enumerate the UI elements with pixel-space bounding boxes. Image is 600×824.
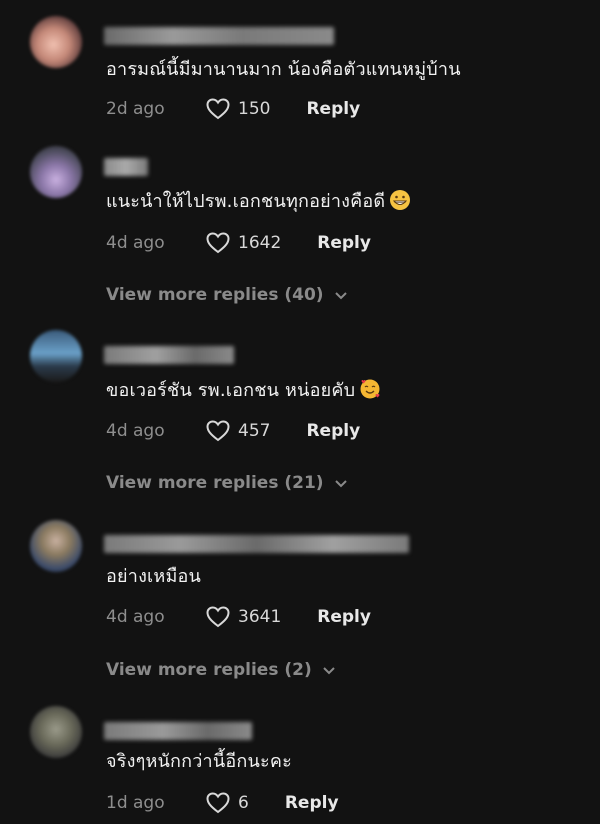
like-count: 6 <box>238 793 249 813</box>
like-button[interactable]: 457 <box>206 420 270 442</box>
comment-meta: 4d ago 457 Reply <box>106 418 360 444</box>
comment-text-body: ขอเวอร์ชัน รพ.เอกชน หน่อยคับ <box>106 380 356 401</box>
comment-meta: 1d ago 6 Reply <box>106 790 339 816</box>
comment-time: 4d ago <box>106 607 165 627</box>
avatar[interactable] <box>30 706 82 758</box>
heart-icon <box>206 606 230 628</box>
comment-text: ขอเวอร์ชัน รพ.เอกชน หน่อยคับ <box>106 378 381 403</box>
comment-text: อารมณ์นี้มีมานานมาก น้องคือตัวแทนหมู่บ้า… <box>106 59 461 80</box>
comment-time: 4d ago <box>106 421 165 441</box>
username-blurred[interactable] <box>104 535 409 553</box>
comment-time: 4d ago <box>106 233 165 253</box>
avatar[interactable] <box>30 146 82 198</box>
like-button[interactable]: 150 <box>206 98 270 120</box>
like-button[interactable]: 1642 <box>206 232 281 254</box>
grinning-face-emoji <box>390 190 411 210</box>
comment-meta: 4d ago 3641 Reply <box>106 604 371 630</box>
like-count: 1642 <box>238 233 282 253</box>
comment-meta: 2d ago 150 Reply <box>106 96 360 122</box>
avatar[interactable] <box>30 520 82 572</box>
like-count: 3641 <box>238 607 282 627</box>
view-more-replies-button[interactable]: View more replies (2) <box>106 660 336 680</box>
comment-time: 2d ago <box>106 99 165 119</box>
chevron-down-icon <box>323 667 335 675</box>
view-more-replies-button[interactable]: View more replies (21) <box>106 473 348 493</box>
view-more-replies-button[interactable]: View more replies (40) <box>106 285 348 305</box>
heart-icon <box>206 420 230 442</box>
username-blurred[interactable] <box>104 346 234 364</box>
heart-icon <box>206 232 230 254</box>
chevron-down-icon <box>334 480 347 488</box>
like-button[interactable]: 3641 <box>206 606 281 628</box>
comment-text: จริงๆหนักกว่านี้อีกนะคะ <box>106 751 292 772</box>
chevron-down-icon <box>334 292 347 300</box>
like-count: 150 <box>238 99 271 119</box>
like-button[interactable]: 6 <box>206 792 249 814</box>
view-more-label: View more replies (2) <box>106 660 312 680</box>
username-blurred[interactable] <box>104 158 148 176</box>
view-more-label: View more replies (21) <box>106 473 324 493</box>
username-blurred[interactable] <box>104 27 334 45</box>
like-count: 457 <box>238 421 271 441</box>
username-blurred[interactable] <box>104 722 252 740</box>
reply-button[interactable]: Reply <box>285 793 339 813</box>
avatar[interactable] <box>30 16 82 68</box>
heart-icon <box>206 98 230 120</box>
comment-text: อย่างเหมือน <box>106 566 202 587</box>
reply-button[interactable]: Reply <box>317 233 371 253</box>
view-more-label: View more replies (40) <box>106 285 324 305</box>
reply-button[interactable]: Reply <box>306 99 360 119</box>
heart-icon <box>206 792 230 814</box>
smiling-face-with-hearts-emoji <box>360 379 380 399</box>
comment-time: 1d ago <box>106 793 165 813</box>
comment-text-body: แนะนำให้ไปรพ.เอกชนทุกอย่างคือดี <box>106 191 386 212</box>
reply-button[interactable]: Reply <box>306 421 360 441</box>
comment-text: แนะนำให้ไปรพ.เอกชนทุกอย่างคือดี <box>106 189 411 214</box>
reply-button[interactable]: Reply <box>317 607 371 627</box>
avatar[interactable] <box>30 330 82 382</box>
comment-meta: 4d ago 1642 Reply <box>106 230 371 256</box>
